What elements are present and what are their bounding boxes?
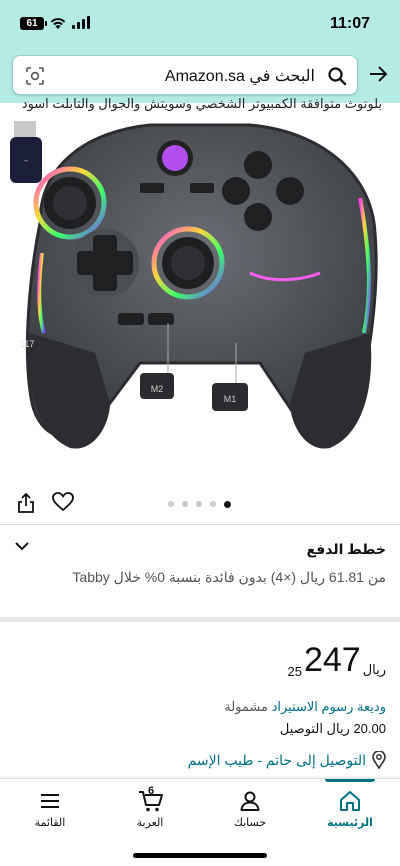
import-fees: وديعة رسوم الاستيراد مشمولة <box>224 699 386 715</box>
carousel-dots[interactable] <box>168 500 231 508</box>
payment-plans-title: خطط الدفع <box>306 541 386 557</box>
delivery-fee: 20.00 ريال التوصيل <box>279 721 386 736</box>
game-controller-image: ⌁ M2 M1 117 <box>10 121 378 449</box>
nav-home[interactable]: الرئيسية <box>300 779 400 839</box>
carousel-dot-active[interactable] <box>224 500 231 508</box>
price: ريال 247 25 <box>287 640 386 680</box>
nav-account-label: حسابك <box>233 817 267 829</box>
carousel-dot[interactable] <box>182 501 188 507</box>
paddle-m2-label: M2 <box>151 384 164 394</box>
carousel-dot[interactable] <box>210 501 216 507</box>
status-time: 11:07 <box>329 15 370 32</box>
paddle-m1-label: M1 <box>224 394 237 404</box>
deliver-to-text: التوصيل إلى حاتم - طيب الإسم <box>187 751 366 768</box>
search-header <box>0 48 400 103</box>
price-whole: 247 <box>303 641 361 679</box>
cart-count-badge: 6 <box>147 785 155 797</box>
menu-icon <box>41 794 59 808</box>
back-arrow-icon[interactable] <box>368 64 388 84</box>
nav-menu-label: القائمة <box>34 817 66 829</box>
nav-cart[interactable]: 6 العربة <box>100 779 200 839</box>
search-icon[interactable] <box>327 66 347 86</box>
model-label: 117 <box>20 339 34 349</box>
nav-menu[interactable]: القائمة <box>0 779 100 839</box>
product-title: بلوتوث متوافقة الكمبيوتر الشخصي وسويتش و… <box>21 96 382 111</box>
share-icon[interactable] <box>16 492 36 514</box>
product-image[interactable]: ⌁ M2 M1 117 <box>0 103 400 483</box>
location-pin-icon <box>372 751 386 769</box>
payment-plans-section[interactable]: خطط الدفع من 61.81 ريال (×4) بدون فائدة … <box>0 525 400 617</box>
import-fees-suffix: مشمولة <box>224 699 272 714</box>
image-actions <box>0 488 400 522</box>
wifi-icon <box>50 18 66 29</box>
price-currency: ريال <box>362 662 386 677</box>
deliver-to-link[interactable]: التوصيل إلى حاتم - طيب الإسم <box>188 751 386 769</box>
nav-home-label: الرئيسية <box>327 817 373 829</box>
usb-dongle: ⌁ <box>10 121 42 183</box>
price-fraction: 25 <box>287 664 302 679</box>
chevron-down-icon[interactable] <box>14 540 30 552</box>
camera-icon[interactable] <box>25 66 45 86</box>
heart-icon[interactable] <box>52 492 74 512</box>
section-divider <box>0 617 400 622</box>
import-fees-link[interactable]: وديعة رسوم الاستيراد <box>272 699 386 714</box>
battery-icon: 61 <box>20 17 47 30</box>
search-field[interactable] <box>12 55 358 95</box>
person-icon <box>240 791 260 811</box>
svg-text:⌁: ⌁ <box>24 156 29 165</box>
nav-cart-label: العربة <box>136 817 164 829</box>
signal-icon <box>72 16 90 29</box>
active-indicator <box>325 779 375 782</box>
payment-plans-description: من 61.81 ريال (×4) بدون فائدة بنسبة 0% خ… <box>72 569 386 585</box>
nav-account[interactable]: حسابك <box>200 779 300 839</box>
home-icon <box>340 791 360 811</box>
search-input[interactable] <box>55 67 315 85</box>
carousel-dot[interactable] <box>168 501 174 507</box>
home-indicator[interactable] <box>133 853 267 858</box>
status-bar: 61 11:07 <box>0 0 400 48</box>
carousel-dot[interactable] <box>196 501 202 507</box>
